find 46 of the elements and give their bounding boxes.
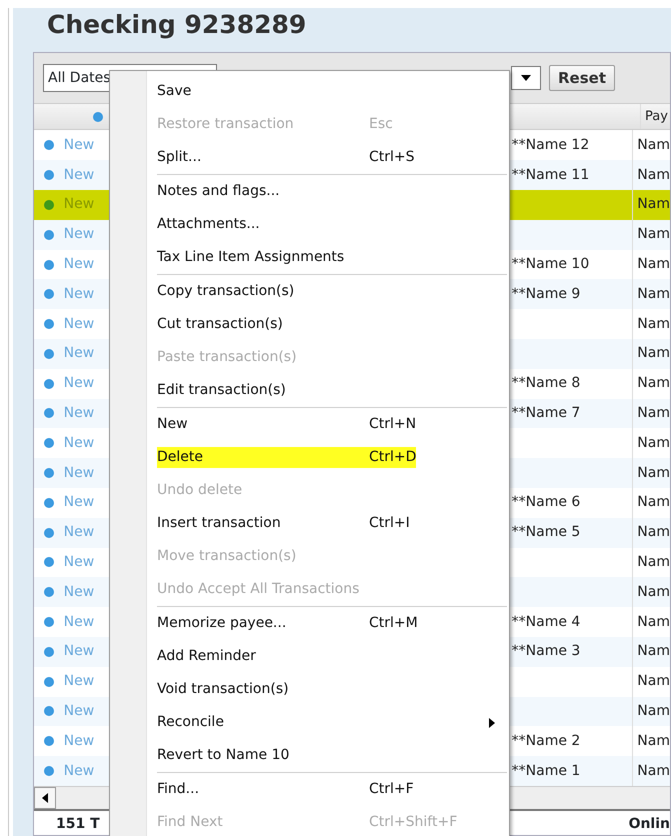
status-cell-text: New (64, 464, 96, 483)
description-cell: **Name 4 (512, 614, 580, 630)
description-cell: **Name 5 (512, 524, 580, 540)
page-title: Checking 9238289 (46, 9, 308, 41)
payee-cell: Nam (632, 458, 670, 488)
description-cell: **Name 12 (512, 136, 590, 153)
description-cell: **Name 11 (512, 166, 590, 183)
payee-cell: Nam (632, 279, 670, 310)
status-cell-text: New (64, 136, 96, 155)
description-cell: **Name 10 (512, 256, 590, 272)
status-cell-text: New (64, 225, 96, 244)
description-cell: **Name 1 (512, 762, 580, 779)
description-cell: **Name 9 (512, 286, 580, 302)
status-cell-text: New (64, 314, 96, 334)
status-cell-text: New (64, 404, 96, 423)
payee-cell: Nam (632, 518, 670, 548)
status-cell-text: New (64, 552, 96, 572)
status-cell-text: New (64, 284, 96, 304)
payee-cell: Nam (632, 339, 670, 369)
online-balance-label: Onlin (628, 815, 670, 834)
status-cell-text: New (64, 255, 96, 274)
status-cell-text: New (64, 195, 96, 214)
status-cell-text: New (64, 642, 96, 662)
description-cell: **Name 3 (512, 643, 580, 660)
status-cell-text: New (64, 493, 96, 512)
description-cell: **Name 7 (512, 404, 580, 421)
status-cell-text: New (64, 582, 96, 602)
description-cell: **Name 8 (512, 375, 580, 392)
payee-cell: Nam (632, 577, 670, 608)
status-cell-text: New (64, 672, 96, 692)
transaction-count: 151 T (56, 815, 100, 834)
status-cell-text: New (64, 732, 96, 751)
description-cell: **Name 6 (512, 494, 580, 510)
payee-cell: Nam (632, 636, 670, 667)
status-cell-text: New (64, 434, 96, 453)
status-cell-text: New (64, 612, 96, 632)
payee-cell: Nam (632, 696, 670, 726)
payee-cell: Nam (632, 398, 670, 428)
status-cell-text: New (64, 702, 96, 721)
description-cell: **Name 2 (512, 732, 580, 749)
status-cell-text: New (64, 523, 96, 542)
status-cell-text: New (64, 762, 96, 781)
payee-cell: Nam (632, 220, 670, 250)
status-cell-text: New (64, 374, 96, 394)
status-cell-text: New (64, 166, 96, 185)
status-cell-text: New (64, 344, 96, 364)
